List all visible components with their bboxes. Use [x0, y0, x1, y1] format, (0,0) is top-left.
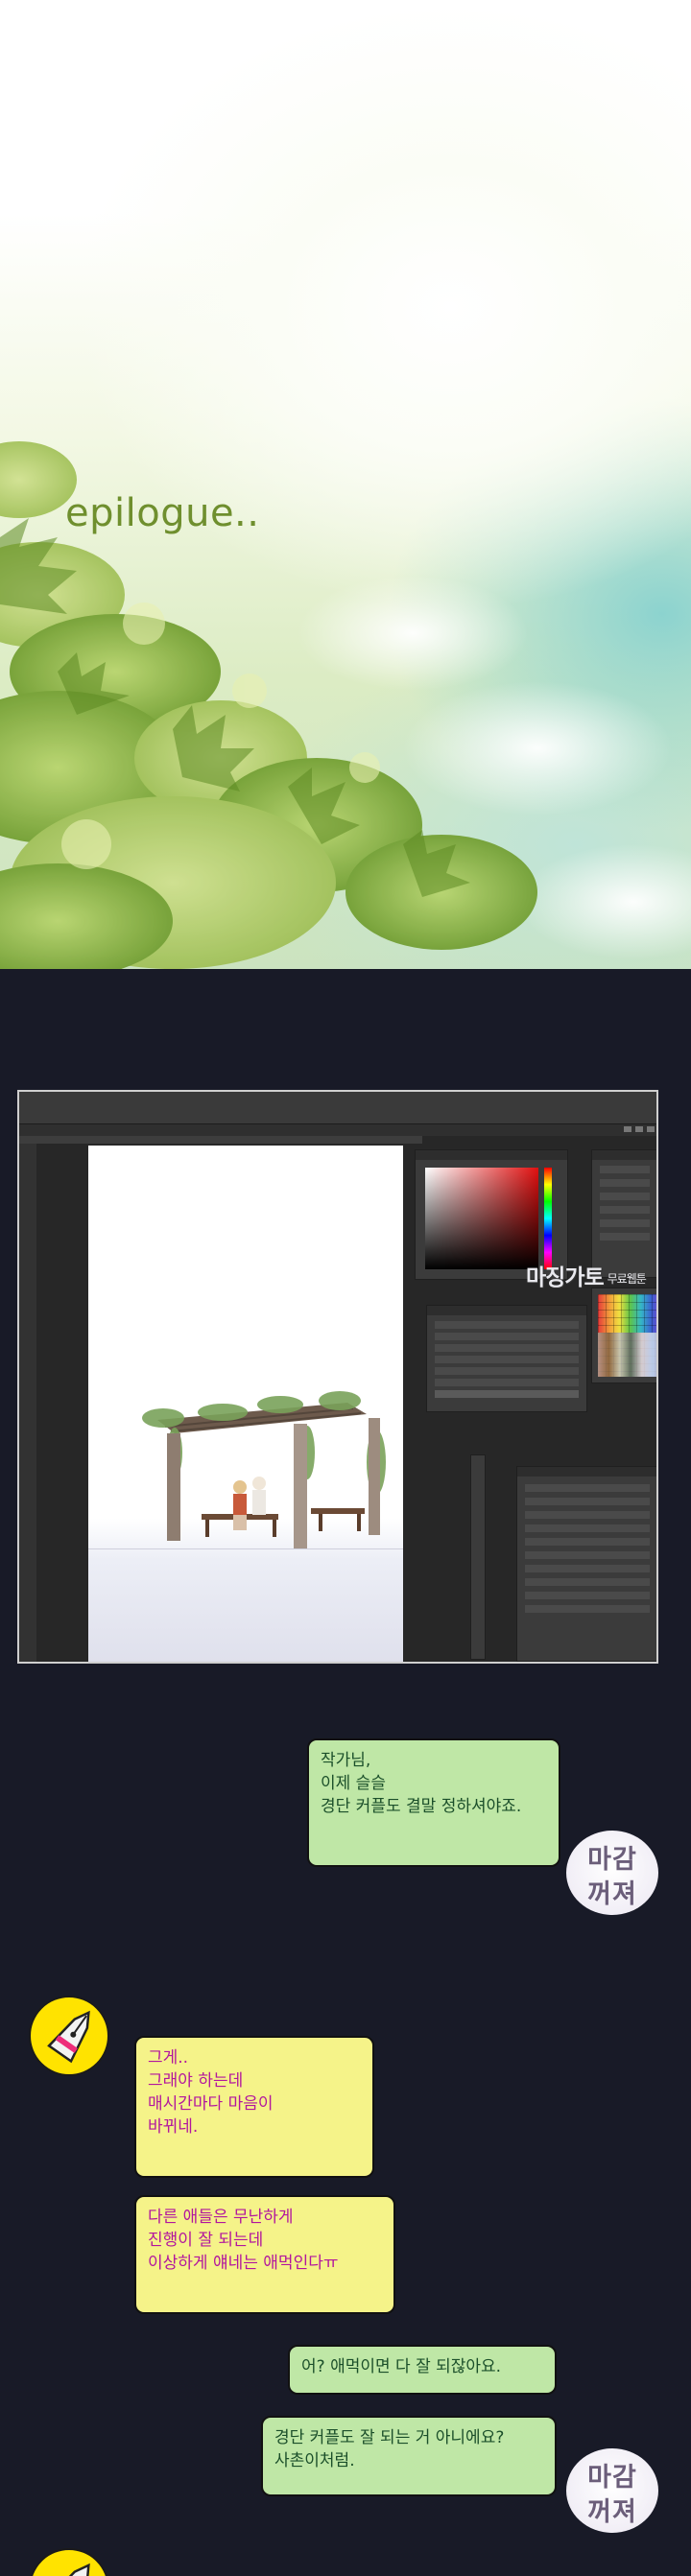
history-item[interactable]: [435, 1344, 579, 1352]
chat-bubble-author-1: 그게.. 그래야 하는데 매시간마다 마음이 바뀌네.: [134, 2036, 374, 2178]
history-item[interactable]: [435, 1333, 579, 1340]
tool-strip: [470, 1454, 486, 1660]
layer-row[interactable]: [525, 1592, 650, 1599]
layers-panel-header: [517, 1467, 656, 1477]
panel-row: [600, 1179, 650, 1187]
layer-row[interactable]: [525, 1578, 650, 1586]
layer-row[interactable]: [525, 1605, 650, 1613]
watermark-sub: 무료웹툰: [607, 1272, 647, 1286]
foliage-illustration: [0, 441, 691, 969]
editor-avatar-line1: 마감: [587, 2463, 637, 2493]
app-title-bar: [19, 1092, 656, 1124]
panel-row: [600, 1166, 650, 1173]
chat-bubble-author-2: 다른 애들은 무난하게 진행이 잘 되는데 이상하게 얘네는 애먹인다ㅠ: [134, 2195, 395, 2314]
hue-slider[interactable]: [544, 1168, 552, 1269]
layer-row[interactable]: [525, 1551, 650, 1559]
layer-row[interactable]: [525, 1524, 650, 1532]
chat-bubble-editor-2: 어? 애먹이면 다 잘 되잖아요.: [288, 2345, 557, 2395]
history-panel: [426, 1305, 587, 1412]
layer-row[interactable]: [525, 1484, 650, 1492]
editor-avatar-2: 마감 꺼져: [566, 2448, 658, 2533]
author-avatar-2: [29, 2548, 109, 2576]
drawing-app-screenshot: [17, 1090, 658, 1664]
history-item[interactable]: [435, 1379, 579, 1386]
history-item[interactable]: [435, 1356, 579, 1363]
watermark: 마징가토 무료웹툰: [526, 1259, 647, 1291]
epilogue-panel: epilogue..: [0, 0, 691, 969]
panel-row: [600, 1233, 650, 1241]
canvas-document: [88, 1146, 403, 1662]
layer-row[interactable]: [525, 1498, 650, 1505]
pergola-illustration: [88, 1391, 403, 1549]
layers-panel: [516, 1466, 656, 1662]
epilogue-title: epilogue..: [65, 491, 260, 535]
close-icon: [647, 1126, 655, 1132]
minimize-icon: [624, 1126, 631, 1132]
editor-avatar-line2: 꺼져: [587, 2497, 637, 2527]
chat-bubble-editor-3: 경단 커플도 잘 되는 거 아니에요? 사촌이처럼.: [261, 2416, 557, 2496]
layer-row[interactable]: [525, 1565, 650, 1572]
editor-avatar-line2: 꺼져: [587, 1879, 637, 1909]
character-panel-header: [592, 1150, 656, 1160]
maximize-icon: [635, 1126, 643, 1132]
ruler: [19, 1136, 422, 1144]
app-menu-bar: [19, 1124, 656, 1136]
color-panel-header: [416, 1150, 567, 1160]
editor-avatar: 마감 꺼져: [566, 1831, 658, 1915]
chat-bubble-editor-1: 작가님, 이제 슬슬 경단 커플도 결말 정하셔야죠.: [307, 1738, 560, 1867]
panel-row: [600, 1206, 650, 1214]
author-avatar: [29, 1996, 109, 2076]
color-field[interactable]: [425, 1168, 538, 1269]
swatches-panel: [591, 1288, 656, 1383]
layer-row[interactable]: [525, 1511, 650, 1519]
history-item-selected[interactable]: [435, 1390, 579, 1398]
panel-row: [600, 1193, 650, 1200]
editor-avatar-line1: 마감: [587, 1845, 637, 1875]
tool-column: [19, 1144, 36, 1662]
history-item[interactable]: [435, 1367, 579, 1375]
panel-row: [600, 1219, 650, 1227]
pen-nib-icon: [47, 2010, 90, 2064]
watermark-main: 마징가토: [526, 1265, 605, 1290]
color-swatches[interactable]: [598, 1294, 656, 1377]
history-item[interactable]: [435, 1321, 579, 1329]
history-panel-header: [427, 1306, 586, 1315]
layer-row[interactable]: [525, 1538, 650, 1546]
pen-nib-icon: [47, 2563, 90, 2576]
